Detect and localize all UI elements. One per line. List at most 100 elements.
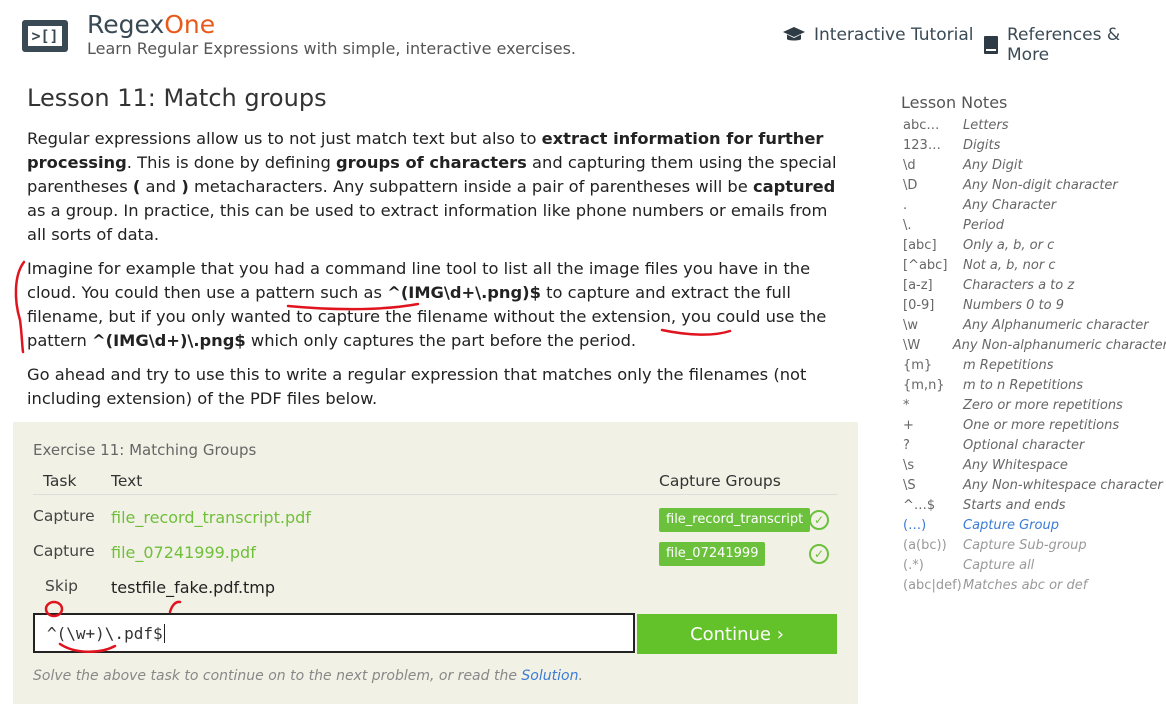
note-key: \w (903, 318, 919, 333)
note-desc: One or more repetitions (963, 418, 1120, 433)
notes-title: Lesson Notes (901, 93, 1008, 112)
note-key: . (903, 198, 908, 213)
note-key: 123… (903, 138, 941, 153)
code-example-1: ^(IMG\d+\.png)$ (387, 283, 541, 302)
note-key: [a-z] (903, 278, 933, 293)
note-row: \d Any Digit (903, 158, 1166, 178)
regex-input[interactable]: ^(\w+)\.pdf$​ (33, 613, 635, 653)
row-task: Capture (33, 507, 95, 525)
capture-group-badge: file_record_transcript (659, 508, 811, 532)
header-text: Text (111, 472, 143, 490)
note-desc: Zero or more repetitions (963, 398, 1123, 413)
book-icon (983, 35, 999, 55)
note-desc: Any Non-alphanumeric character (952, 338, 1166, 353)
note-key: {m,n} (903, 378, 945, 393)
lesson-paragraph-3: Go ahead and try to use this to write a … (27, 365, 807, 408)
note-desc: Digits (963, 138, 1001, 153)
continue-button[interactable]: Continue › (637, 614, 837, 654)
row-task: Capture (33, 542, 95, 560)
note-row: \. Period (903, 218, 1166, 238)
note-desc: m Repetitions (963, 358, 1054, 373)
note-row: [abc] Only a, b, or c (903, 238, 1166, 258)
note-key: [0-9] (903, 298, 935, 313)
note-row: abc… Letters (903, 118, 1166, 138)
note-key: \W (903, 338, 921, 353)
note-desc: Not a, b, nor c (963, 258, 1056, 273)
note-key: ? (903, 438, 910, 453)
note-row: [0-9] Numbers 0 to 9 (903, 298, 1166, 318)
note-desc: Only a, b, or c (963, 238, 1055, 253)
note-row: (abc|def) Matches abc or def (903, 578, 1166, 598)
brand-part2: One (164, 10, 216, 39)
brand-subtitle: Learn Regular Expressions with simple, i… (87, 39, 576, 58)
note-desc: Starts and ends (963, 498, 1066, 513)
note-row: \W Any Non-alphanumeric character (903, 338, 1166, 358)
note-key: (a(bc)) (903, 538, 947, 553)
note-desc: Capture all (963, 558, 1035, 573)
note-key: (abc|def) (903, 578, 962, 593)
note-key: [abc] (903, 238, 937, 253)
note-desc: Letters (963, 118, 1009, 133)
note-desc: Characters a to z (963, 278, 1075, 293)
logo-text: >[] (31, 27, 59, 45)
nav-interactive-tutorial[interactable]: Interactive Tutorial (782, 25, 973, 45)
note-row: \S Any Non-whitespace character (903, 478, 1166, 498)
note-desc: Any Character (963, 198, 1057, 213)
note-row: {m,n} m to n Repetitions (903, 378, 1166, 398)
row-text: testfile_fake.pdf.tmp (111, 578, 276, 597)
note-row: + One or more repetitions (903, 418, 1166, 438)
capture-group-badge: file_07241999 (659, 542, 766, 566)
note-key: ^…$ (903, 498, 936, 513)
note-row: ? Optional character (903, 438, 1166, 458)
header-task: Task (43, 472, 77, 490)
note-row: (a(bc)) Capture Sub-group (903, 538, 1166, 558)
note-desc: m to n Repetitions (963, 378, 1084, 393)
exercise-title: Exercise 11: Matching Groups (33, 441, 257, 459)
header-capture-groups: Capture Groups (659, 472, 781, 490)
nav-references[interactable]: References & More (983, 25, 1166, 65)
note-row: 123… Digits (903, 138, 1166, 158)
note-key: * (903, 398, 910, 413)
note-row: {m} m Repetitions (903, 358, 1166, 378)
note-desc: Any Non-digit character (963, 178, 1118, 193)
logo-icon[interactable]: >[] (22, 20, 68, 52)
note-key: \s (903, 458, 915, 473)
solution-link[interactable]: Solution (521, 668, 578, 684)
text-cursor: ​ (163, 624, 165, 643)
footer-note: Solve the above task to continue on to t… (33, 668, 583, 684)
note-key: abc… (903, 118, 940, 133)
note-row: . Any Character (903, 198, 1166, 218)
note-key: \D (903, 178, 918, 193)
check-icon: ✓ (809, 510, 829, 530)
note-key: + (903, 418, 914, 433)
note-row: \s Any Whitespace (903, 458, 1166, 478)
note-key: (.*) (903, 558, 924, 573)
note-desc: Any Alphanumeric character (963, 318, 1149, 333)
row-text: file_record_transcript.pdf (111, 508, 311, 527)
header-divider (33, 494, 838, 495)
brand-part1: Regex (87, 10, 165, 39)
row-text: file_07241999.pdf (111, 543, 256, 562)
note-desc: Capture Sub-group (963, 538, 1087, 553)
note-row: ^…$ Starts and ends (903, 498, 1166, 518)
brand-title[interactable]: RegexOne (87, 10, 215, 39)
lesson-paragraph-2: Imagine for example that you had a comma… (27, 259, 827, 350)
note-row: [a-z] Characters a to z (903, 278, 1166, 298)
note-key: {m} (903, 358, 933, 373)
note-row: \D Any Non-digit character (903, 178, 1166, 198)
lesson-title: Lesson 11: Match groups (27, 84, 327, 112)
note-row: (…) Capture Group (903, 518, 1166, 538)
note-desc: Period (963, 218, 1004, 233)
note-row: [^abc] Not a, b, nor c (903, 258, 1166, 278)
note-row: \w Any Alphanumeric character (903, 318, 1166, 338)
row-task: Skip (45, 577, 78, 595)
note-row: * Zero or more repetitions (903, 398, 1166, 418)
note-key: [^abc] (903, 258, 948, 273)
note-key: \S (903, 478, 916, 493)
lesson-paragraph-1: Regular expressions allow us to not just… (27, 129, 837, 244)
nav-label: References & More (1007, 25, 1121, 65)
note-key: (…) (903, 518, 927, 533)
note-key: \. (903, 218, 912, 233)
check-icon: ✓ (809, 544, 829, 564)
note-key: \d (903, 158, 916, 173)
